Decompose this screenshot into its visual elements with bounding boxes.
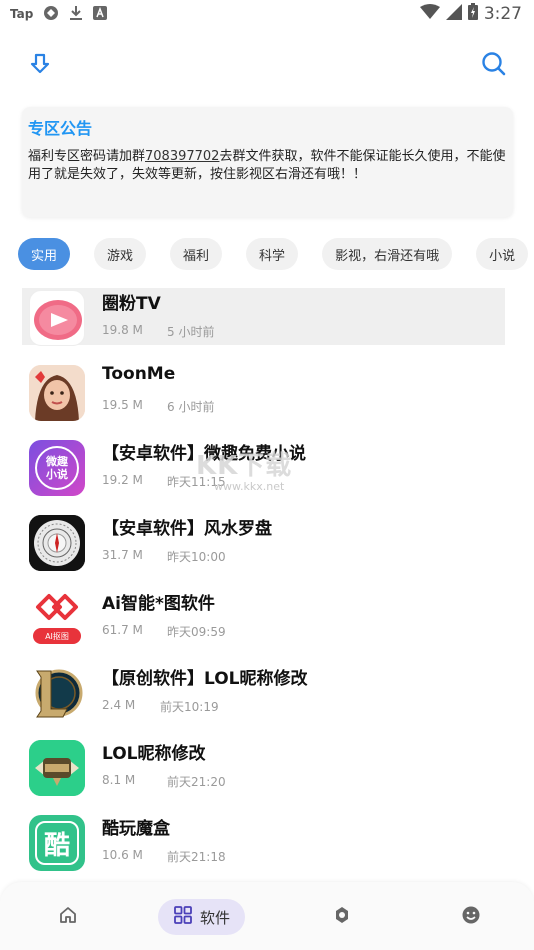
kuwan-icon-text: 酷	[35, 821, 79, 865]
list-item[interactable]: ToonMe 19.5 M 6 小时前	[0, 363, 534, 438]
app-name: 【安卓软件】微趣免费小说	[102, 444, 306, 464]
download-icon	[69, 5, 83, 24]
list-item[interactable]: AI抠图 Ai智能*图软件 61.7 M 昨天09:59	[0, 588, 534, 663]
category-tabs: 实用 游戏 福利 科学 影视，右滑还有哦 小说	[18, 238, 534, 272]
app-time: 前天10:19	[160, 700, 219, 714]
tab-welfare[interactable]: 福利	[170, 238, 223, 270]
list-item[interactable]: 圈粉TV 19.8 M 5 小时前	[0, 288, 534, 363]
status-right: 3:27	[419, 3, 522, 25]
tab-science[interactable]: 科学	[246, 238, 299, 270]
download-arrow-button[interactable]	[24, 50, 56, 82]
nav-discover[interactable]	[326, 899, 358, 935]
app-size: 19.2 M	[102, 473, 143, 487]
nav-home[interactable]	[52, 899, 84, 935]
app-name: ToonMe	[102, 364, 176, 384]
toonme-app-icon	[29, 365, 85, 421]
nav-software-label: 软件	[199, 908, 230, 927]
app-time: 前天21:20	[167, 775, 226, 789]
nav-me[interactable]	[455, 899, 487, 935]
search-icon	[481, 51, 507, 81]
weiqu-icon-text: 微趣 小说	[35, 446, 79, 490]
list-item[interactable]: LOL昵称修改 8.1 M 前天21:20	[0, 738, 534, 813]
lol-logo-app-icon	[29, 665, 85, 721]
announcement-card: 专区公告 福利专区密码请加群708397702去群文件获取，软件不能保证能长久使…	[22, 107, 513, 217]
battery-icon	[467, 3, 478, 25]
download-arrow-icon	[28, 52, 52, 80]
app-size: 19.5 M	[102, 398, 143, 412]
list-item[interactable]: 酷 酷玩魔盒 10.6 M 前天21:18	[0, 813, 534, 888]
kuwan-box-app-icon: 酷	[29, 815, 85, 871]
home-icon	[58, 905, 78, 929]
tab-novels[interactable]: 小说	[476, 238, 529, 270]
app-name: LOL昵称修改	[102, 744, 206, 764]
app-name: Ai智能*图软件	[102, 594, 215, 614]
announcement-body: 福利专区密码请加群708397702去群文件获取，软件不能保证能长久使用，不能使…	[28, 148, 507, 184]
tab-games[interactable]: 游戏	[94, 238, 147, 270]
grid-icon	[173, 905, 193, 929]
status-bar: Tap 3:27	[0, 0, 534, 28]
app-name: 圈粉TV	[102, 294, 161, 314]
list-item[interactable]: 【安卓软件】风水罗盘 31.7 M 昨天10:00	[0, 513, 534, 588]
quanfen-tv-app-icon	[29, 290, 85, 346]
app-size: 8.1 M	[102, 773, 136, 787]
app-size: 10.6 M	[102, 848, 143, 862]
nav-software[interactable]: 软件	[158, 899, 245, 935]
tab-video[interactable]: 影视，右滑还有哦	[322, 238, 453, 270]
list-item[interactable]: 【原创软件】LOL昵称修改 2.4 M 前天10:19	[0, 663, 534, 738]
app-size: 19.8 M	[102, 323, 143, 337]
app-size: 31.7 M	[102, 548, 143, 562]
row-highlight	[22, 288, 505, 345]
app-list: 圈粉TV 19.8 M 5 小时前 ToonMe 19.5 M 6 小时前 微趣…	[0, 288, 534, 888]
weiqu-novel-app-icon: 微趣 小说	[29, 440, 85, 496]
bottom-navigation: 软件	[0, 882, 534, 950]
app-name: 【安卓软件】风水罗盘	[102, 519, 272, 539]
app-name: 【原创软件】LOL昵称修改	[102, 669, 308, 689]
compass-app-icon	[29, 515, 85, 571]
status-time: 3:27	[483, 4, 522, 24]
smile-icon	[461, 905, 481, 929]
app-time: 昨天09:59	[167, 625, 226, 639]
app-size: 2.4 M	[102, 698, 136, 712]
status-left: Tap	[10, 5, 108, 24]
qq-group-number[interactable]: 708397702	[145, 149, 219, 164]
signal-icon	[445, 3, 462, 25]
font-icon	[93, 5, 108, 23]
tab-practical[interactable]: 实用	[18, 238, 71, 270]
announcement-title: 专区公告	[28, 119, 93, 138]
app-name: 酷玩魔盒	[102, 819, 170, 839]
lol-rename-app-icon	[29, 740, 85, 796]
app-time: 昨天10:00	[167, 550, 226, 564]
list-item[interactable]: 微趣 小说 【安卓软件】微趣免费小说 19.2 M 昨天11:15	[0, 438, 534, 513]
status-app-label: Tap	[10, 7, 34, 21]
announcement-text-prefix: 福利专区密码请加群	[28, 149, 146, 164]
app-time: 6 小时前	[167, 400, 215, 414]
search-button[interactable]	[478, 50, 510, 82]
app-icon	[43, 5, 59, 24]
app-time: 5 小时前	[167, 325, 215, 339]
ai-cutout-app-icon: AI抠图	[29, 590, 85, 646]
wifi-icon	[419, 3, 440, 25]
top-bar	[0, 46, 534, 86]
app-size: 61.7 M	[102, 623, 143, 637]
app-time: 昨天11:15	[167, 475, 226, 489]
ai-icon-text: AI抠图	[45, 632, 69, 641]
discover-icon	[332, 905, 352, 929]
app-time: 前天21:18	[167, 850, 226, 864]
